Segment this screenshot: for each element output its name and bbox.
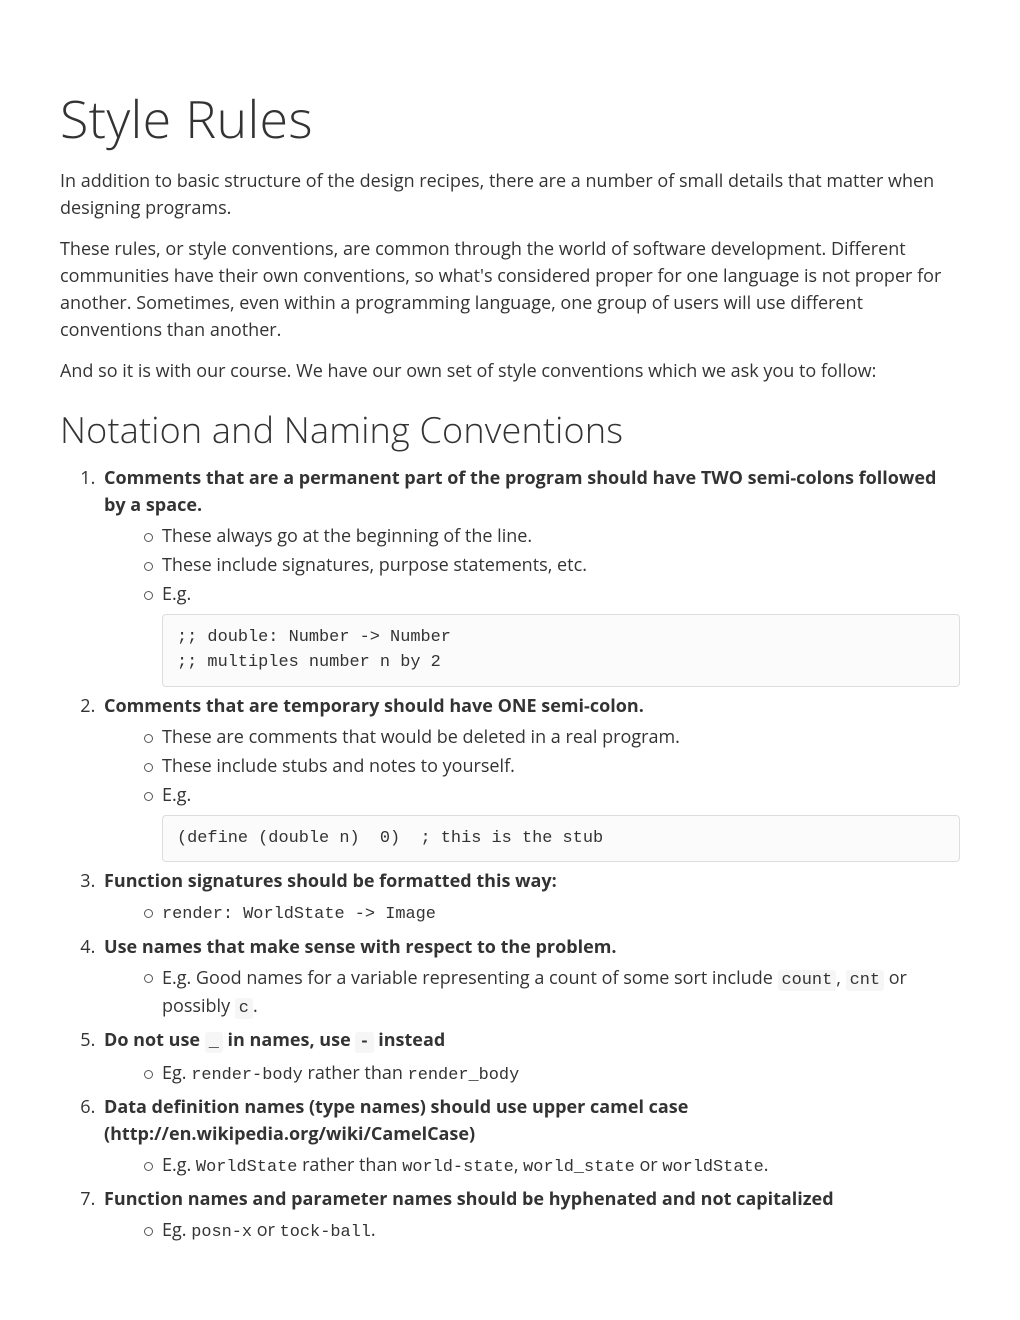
code-worldstate-lcc: worldState bbox=[662, 1158, 763, 1177]
rule-2-sub-3: E.g. (define (double n) 0) ; this is the… bbox=[144, 782, 960, 862]
rule-6-subitems: E.g. WorldState rather than world-state,… bbox=[104, 1152, 960, 1180]
code-render-underscore-body: render_body bbox=[408, 1066, 520, 1085]
rule-7-text-3: . bbox=[371, 1218, 376, 1242]
rule-4: Use names that make sense with respect t… bbox=[100, 934, 960, 1022]
rule-1-code: ;; double: Number -> Number ;; multiples… bbox=[162, 614, 960, 687]
rule-6-sub-1: E.g. WorldState rather than world-state,… bbox=[144, 1152, 960, 1180]
rule-1-sub-3: E.g. ;; double: Number -> Number ;; mult… bbox=[144, 581, 960, 687]
rule-2-sub-1: These are comments that would be deleted… bbox=[144, 724, 960, 751]
rule-5-text: Eg. bbox=[162, 1061, 191, 1085]
rule-2: Comments that are temporary should have … bbox=[100, 693, 960, 862]
rule-3: Function signatures should be formatted … bbox=[100, 868, 960, 927]
rule-4-sub-1: E.g. Good names for a variable represent… bbox=[144, 965, 960, 1022]
intro-paragraph-1: In addition to basic structure of the de… bbox=[60, 168, 960, 222]
rule-7-text-2: or bbox=[252, 1218, 280, 1242]
rule-1-sub-1: These always go at the beginning of the … bbox=[144, 523, 960, 550]
intro-paragraph-3: And so it is with our course. We have ou… bbox=[60, 358, 960, 385]
rule-2-code: (define (double n) 0) ; this is the stub bbox=[162, 815, 960, 862]
code-world-dash-state: world-state bbox=[402, 1158, 514, 1177]
rule-6-text: E.g. bbox=[162, 1153, 196, 1177]
rule-6-text-3: , bbox=[514, 1153, 523, 1177]
rule-1-sub-3-label: E.g. bbox=[162, 582, 191, 606]
rule-2-head: Comments that are temporary should have … bbox=[104, 694, 644, 718]
page-title: Style Rules bbox=[60, 80, 960, 158]
code-posn-x: posn-x bbox=[191, 1223, 252, 1242]
rule-2-sub-2: These include stubs and notes to yoursel… bbox=[144, 753, 960, 780]
code-render-body: render-body bbox=[191, 1066, 303, 1085]
code-tock-ball: tock-ball bbox=[280, 1223, 371, 1242]
rule-7: Function names and parameter names shoul… bbox=[100, 1186, 960, 1245]
rules-list: Comments that are a permanent part of th… bbox=[60, 465, 960, 1246]
rule-5-head: Do not use _ in names, use - instead bbox=[104, 1028, 445, 1052]
code-world-underscore-state: world_state bbox=[523, 1158, 635, 1177]
rule-4-text-2: , bbox=[836, 966, 845, 990]
rule-1-sub-2: These include signatures, purpose statem… bbox=[144, 552, 960, 579]
code-c: c bbox=[235, 998, 253, 1019]
code-cnt: cnt bbox=[846, 970, 884, 991]
rule-2-sub-3-label: E.g. bbox=[162, 783, 191, 807]
rule-5: Do not use _ in names, use - instead Eg.… bbox=[100, 1027, 960, 1088]
rule-3-head: Function signatures should be formatted … bbox=[104, 869, 557, 893]
code-hyphen: - bbox=[355, 1032, 373, 1053]
code-underscore: _ bbox=[205, 1032, 223, 1053]
rule-5-head-text: Do not use bbox=[104, 1028, 205, 1052]
rule-6-text-2: rather than bbox=[297, 1153, 402, 1177]
rule-2-subitems: These are comments that would be deleted… bbox=[104, 724, 960, 862]
rule-7-head: Function names and parameter names shoul… bbox=[104, 1187, 834, 1211]
rule-7-text: Eg. bbox=[162, 1218, 191, 1242]
code-worldstate: WorldState bbox=[196, 1158, 297, 1177]
rule-7-sub-1: Eg. posn-x or tock-ball. bbox=[144, 1217, 960, 1245]
rule-5-head-text-3: instead bbox=[374, 1028, 446, 1052]
document-page: Style Rules In addition to basic structu… bbox=[0, 0, 1020, 1292]
rule-5-head-text-2: in names, use bbox=[223, 1028, 356, 1052]
rule-5-subitems: Eg. render-body rather than render_body bbox=[104, 1060, 960, 1088]
rule-6-text-5: . bbox=[764, 1153, 769, 1177]
rule-4-text: E.g. Good names for a variable represent… bbox=[162, 966, 778, 990]
rule-7-subitems: Eg. posn-x or tock-ball. bbox=[104, 1217, 960, 1245]
rule-6: Data definition names (type names) shoul… bbox=[100, 1094, 960, 1180]
rule-3-code: render: WorldState -> Image bbox=[162, 905, 436, 924]
rule-5-text-2: rather than bbox=[303, 1061, 408, 1085]
rule-1-head: Comments that are a permanent part of th… bbox=[104, 466, 936, 517]
section-heading-notation: Notation and Naming Conventions bbox=[60, 403, 960, 457]
intro-paragraph-2: These rules, or style conventions, are c… bbox=[60, 236, 960, 344]
rule-6-head-link[interactable]: Data definition names (type names) shoul… bbox=[104, 1095, 688, 1146]
rule-6-text-4: or bbox=[635, 1153, 663, 1177]
rule-4-text-4: . bbox=[253, 994, 258, 1018]
rule-4-subitems: E.g. Good names for a variable represent… bbox=[104, 965, 960, 1022]
rule-1: Comments that are a permanent part of th… bbox=[100, 465, 960, 687]
rule-1-subitems: These always go at the beginning of the … bbox=[104, 523, 960, 687]
rule-5-sub-1: Eg. render-body rather than render_body bbox=[144, 1060, 960, 1088]
rule-3-subitems: render: WorldState -> Image bbox=[104, 899, 960, 927]
rule-4-head: Use names that make sense with respect t… bbox=[104, 935, 617, 959]
rule-3-sub-1: render: WorldState -> Image bbox=[144, 899, 960, 927]
code-count: count bbox=[778, 970, 837, 991]
